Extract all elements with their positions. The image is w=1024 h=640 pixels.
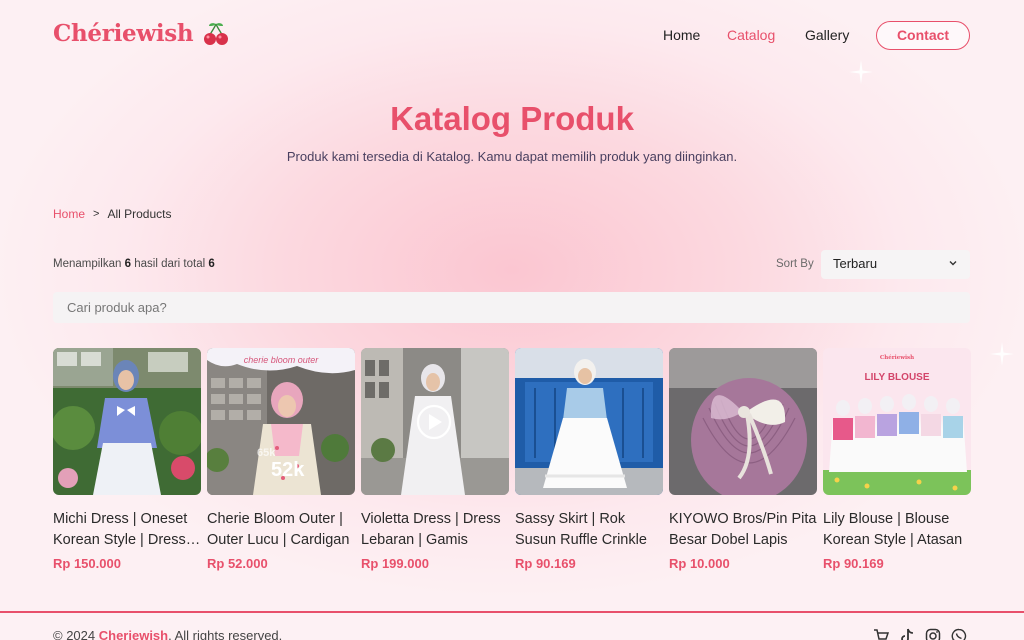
- product-image: [53, 348, 201, 495]
- page-title: Katalog Produk: [390, 100, 634, 137]
- result-middle: hasil dari total: [134, 258, 206, 270]
- sparkle-icon: [849, 60, 873, 84]
- product-name: Sassy Skirt | Rok Susun Ruffle Crinkle: [515, 511, 647, 548]
- product-image: [361, 348, 509, 495]
- footer-brand-link[interactable]: Cheriewish: [99, 628, 168, 640]
- product-card[interactable]: KIYOWO Bros/Pin Pita Besar Dobel Lapis R…: [669, 348, 817, 571]
- product-image: Chériewish LILY BLOUSE: [823, 348, 971, 495]
- whatsapp-icon[interactable]: [951, 628, 967, 640]
- product-name: Michi Dress | Oneset Korean Style | Dres…: [53, 511, 188, 548]
- breadcrumb: Home > All Products: [53, 207, 171, 221]
- product-card[interactable]: Michi Dress | Oneset Korean Style | Dres…: [53, 348, 201, 571]
- copyright-prefix: © 2024: [53, 628, 96, 640]
- thumb-logo-text: Chériewish: [880, 354, 914, 361]
- result-total: 6: [208, 258, 215, 270]
- product-grid: Michi Dress | Oneset Korean Style | Dres…: [53, 348, 971, 571]
- sort-selected: Terbaru: [833, 256, 878, 271]
- page-subtitle: Produk kami tersedia di Katalog. Kamu da…: [286, 149, 738, 164]
- breadcrumb-home[interactable]: Home: [53, 207, 85, 221]
- product-card[interactable]: Sassy Skirt | Rok Susun Ruffle Crinkle R…: [515, 348, 663, 571]
- result-shown: 6: [124, 258, 132, 270]
- chevron-down-icon: [949, 261, 957, 266]
- product-name: KIYOWO Bros/Pin Pita Besar Dobel Lapis: [669, 511, 817, 548]
- cart-icon[interactable]: [873, 628, 890, 640]
- product-price: Rp 10.000: [669, 556, 730, 571]
- result-prefix: Menampilkan: [53, 258, 122, 270]
- product-image: [669, 348, 817, 495]
- footer-copyright: © 2024 Cheriewish. All rights reserved.: [53, 628, 282, 640]
- product-image: cherie bloom outer 65k 52k: [207, 348, 355, 495]
- nav-catalog[interactable]: Catalog: [727, 27, 775, 43]
- product-price: Rp 150.000: [53, 556, 121, 571]
- cherry-icon: [204, 22, 229, 45]
- thumb-banner-text: cherie bloom outer: [244, 355, 320, 365]
- product-card[interactable]: Chériewish LILY BLOUSE Lily Blouse | Blo…: [823, 348, 971, 571]
- contact-button[interactable]: Contact: [876, 21, 970, 50]
- social-links: [873, 628, 967, 640]
- nav-gallery[interactable]: Gallery: [805, 27, 849, 43]
- breadcrumb-current: All Products: [107, 207, 172, 221]
- product-image: [515, 348, 663, 495]
- instagram-icon[interactable]: [925, 628, 941, 640]
- product-name: Lily Blouse | Blouse Korean Style | Atas…: [823, 511, 963, 548]
- thumb-title-text: LILY BLOUSE: [864, 372, 929, 383]
- copyright-suffix: . All rights reserved.: [168, 628, 283, 640]
- product-price: Rp 90.169: [515, 556, 576, 571]
- product-card[interactable]: cherie bloom outer 65k 52k Cherie Bloom …: [207, 348, 355, 571]
- nav-home[interactable]: Home: [663, 27, 700, 43]
- product-price: Rp 90.169: [823, 556, 884, 571]
- breadcrumb-separator: >: [93, 208, 100, 220]
- product-price: Rp 199.000: [361, 556, 429, 571]
- product-price: Rp 52.000: [207, 556, 268, 571]
- sort-label: Sort By: [776, 258, 814, 270]
- result-count: Menampilkan 6 hasil dari total 6: [53, 258, 215, 270]
- brand-logo[interactable]: Chériewish: [53, 20, 229, 47]
- product-name: Violetta Dress | Dress Lebaran | Gamis: [361, 511, 501, 548]
- thumb-stat-big: 52k: [271, 459, 305, 481]
- search-input[interactable]: [53, 292, 970, 323]
- product-card[interactable]: Violetta Dress | Dress Lebaran | Gamis R…: [361, 348, 509, 571]
- thumb-stat-small: 65k: [257, 447, 276, 459]
- brand-name: Chériewish: [53, 20, 194, 47]
- sort-select[interactable]: Terbaru: [821, 250, 970, 279]
- tiktok-icon[interactable]: [899, 628, 915, 640]
- sparkle-icon: [990, 342, 1014, 366]
- product-name: Cherie Bloom Outer | Outer Lucu | Cardig…: [207, 511, 350, 548]
